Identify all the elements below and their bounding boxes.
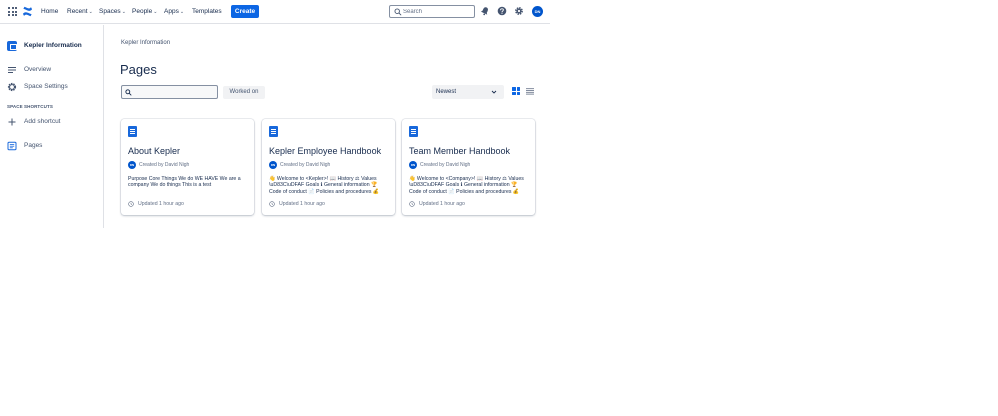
add-shortcut-button[interactable]: Add shortcut	[7, 116, 99, 128]
breadcrumb[interactable]: Kepler Information	[121, 40, 170, 46]
clock-icon	[269, 201, 275, 207]
grid-view-icon[interactable]	[512, 87, 520, 95]
nav-apps-label: Apps	[164, 8, 179, 15]
card-excerpt: Purpose Core Things We do WE HAVE We are…	[128, 176, 241, 189]
sort-value: Newest	[436, 89, 457, 95]
nav-home[interactable]: Home	[41, 7, 58, 17]
card-excerpt: 👋 Welcome to <Kepler>! 📖 History ⚖ Value…	[269, 176, 380, 195]
chevron-down-icon: ⌄	[121, 9, 126, 15]
space-name: Kepler Information	[24, 42, 82, 49]
overview-icon	[8, 67, 16, 73]
page-card[interactable]: Kepler Employee Handbook DN Created by D…	[262, 119, 395, 215]
worked-on-button[interactable]: Worked on	[223, 86, 265, 99]
nav-home-label: Home	[41, 8, 59, 15]
chevron-down-icon	[491, 90, 497, 94]
help-icon[interactable]	[497, 6, 507, 16]
sidebar-item-label: Overview	[24, 66, 52, 73]
sidebar-item-label: Space Settings	[24, 83, 68, 90]
page-card[interactable]: Team Member Handbook DN Created by David…	[402, 119, 535, 215]
clock-icon	[128, 201, 134, 207]
search-icon	[125, 89, 132, 96]
author-avatar: DN	[269, 161, 277, 169]
avatar[interactable]: DN	[532, 6, 543, 17]
clock-icon	[409, 201, 415, 207]
sidebar-item-label: Add shortcut	[24, 118, 61, 125]
app-switcher-icon[interactable]	[8, 7, 17, 16]
filter-field[interactable]	[121, 85, 218, 99]
space-shortcuts-heading: SPACE SHORTCUTS	[7, 104, 53, 109]
top-navigation: Home Recent⌄ Spaces⌄ People⌄ Apps⌄ Templ…	[0, 0, 550, 24]
nav-people-label: People	[132, 8, 153, 15]
sort-select[interactable]: Newest	[432, 85, 504, 99]
page-title: Pages	[120, 62, 157, 77]
chevron-down-icon: ⌄	[179, 9, 185, 15]
author-avatar: DN	[409, 161, 417, 169]
nav-people[interactable]: People⌄	[132, 7, 157, 17]
nav-spaces[interactable]: Spaces⌄	[99, 7, 126, 17]
chevron-down-icon: ⌄	[153, 9, 158, 15]
card-title[interactable]: About Kepler	[128, 146, 180, 156]
search-icon	[394, 8, 402, 16]
nav-spaces-label: Spaces	[99, 8, 121, 15]
create-button[interactable]: Create	[231, 5, 259, 18]
filter-input[interactable]	[134, 87, 216, 97]
search-field[interactable]	[389, 5, 475, 18]
nav-templates-label: Templates	[192, 8, 222, 15]
sidebar-item-overview[interactable]: Overview	[7, 64, 99, 76]
confluence-logo-icon[interactable]	[22, 6, 33, 17]
settings-icon[interactable]	[514, 6, 524, 16]
page-icon	[128, 126, 137, 137]
sidebar-item-pages[interactable]: Pages	[7, 140, 99, 152]
list-view-icon[interactable]	[526, 88, 534, 95]
nav-apps[interactable]: Apps⌄	[164, 7, 184, 17]
space-header[interactable]: Kepler Information	[7, 40, 102, 52]
pages-icon	[7, 141, 17, 151]
sidebar: Kepler Information Overview Space Settin…	[0, 25, 104, 228]
notifications-icon[interactable]	[480, 6, 490, 16]
card-author: Created by David Nigh	[420, 162, 471, 168]
author-avatar: DN	[128, 161, 136, 169]
sidebar-item-label: Pages	[24, 142, 43, 149]
space-icon	[7, 41, 17, 51]
sidebar-item-space-settings[interactable]: Space Settings	[7, 81, 99, 93]
card-title[interactable]: Team Member Handbook	[409, 146, 510, 156]
nav-recent[interactable]: Recent⌄	[67, 7, 93, 17]
card-title[interactable]: Kepler Employee Handbook	[269, 146, 381, 156]
nav-templates[interactable]: Templates	[192, 7, 222, 17]
card-author: Created by David Nigh	[139, 162, 190, 168]
card-updated: Updated 1 hour ago	[279, 201, 325, 207]
search-input[interactable]	[403, 7, 473, 17]
gear-icon	[7, 82, 17, 92]
chevron-down-icon: ⌄	[88, 9, 93, 15]
card-author: Created by David Nigh	[280, 162, 331, 168]
plus-icon	[8, 118, 16, 126]
page-card[interactable]: About Kepler DN Created by David Nigh Pu…	[121, 119, 254, 215]
page-icon	[269, 126, 278, 137]
nav-recent-label: Recent	[67, 8, 88, 15]
card-updated: Updated 1 hour ago	[419, 201, 465, 207]
card-updated: Updated 1 hour ago	[138, 201, 184, 207]
page-icon	[409, 126, 418, 137]
card-excerpt: 👋 Welcome to <Company>! 📖 History ⚖ Valu…	[409, 176, 524, 195]
